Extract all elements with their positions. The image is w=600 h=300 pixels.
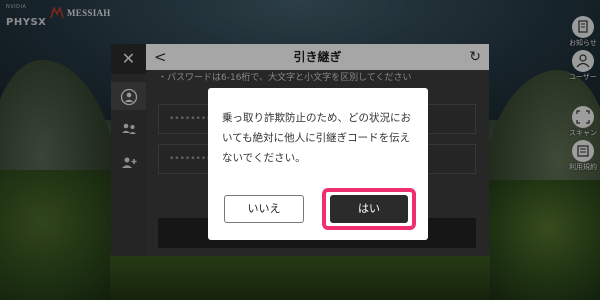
yes-button[interactable]: はい [330, 195, 408, 223]
dialog-message: 乗っ取り詐欺防止のため、どの状況においても絶対に他人に引継ぎコードを伝えないでく… [222, 112, 411, 164]
no-button[interactable]: いいえ [224, 195, 304, 223]
confirm-dialog: 乗っ取り詐欺防止のため、どの状況においても絶対に他人に引継ぎコードを伝えないでく… [208, 88, 428, 240]
